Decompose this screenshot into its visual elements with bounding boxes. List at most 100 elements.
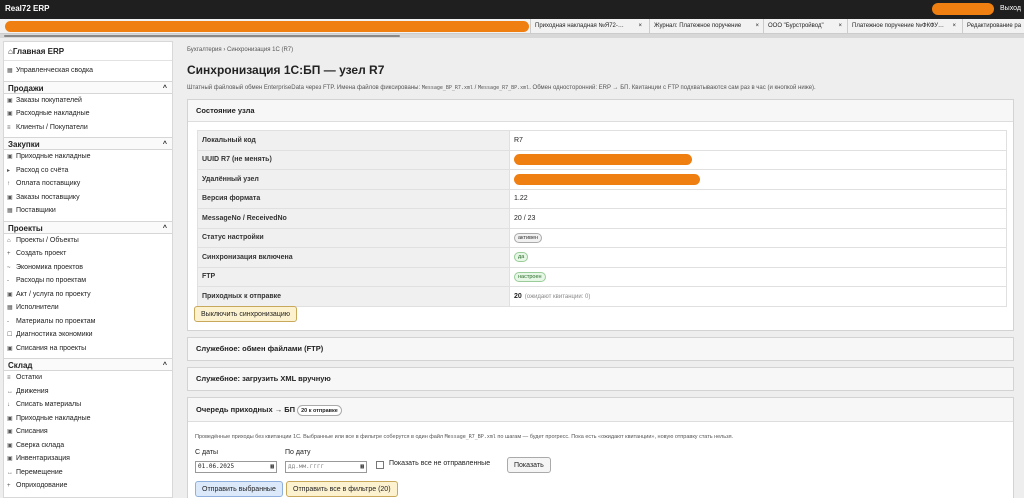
chevron-up-icon[interactable]: ^ bbox=[163, 82, 167, 95]
sidebar-item[interactable]: ↔ Движения bbox=[4, 385, 172, 399]
menu-icon: ▣ bbox=[7, 429, 13, 435]
sidebar-section-header[interactable]: Продажи ^ bbox=[4, 80, 172, 95]
menu-icon: ▦ bbox=[7, 208, 13, 214]
tab-scrollbar[interactable] bbox=[0, 34, 1024, 38]
sidebar-item[interactable]: ▣ Приходные накладные bbox=[4, 150, 172, 164]
disable-sync-button[interactable]: Выключить синхронизацию bbox=[194, 306, 297, 322]
sidebar-section-header[interactable]: Склад ^ bbox=[4, 358, 172, 371]
send-selected-button[interactable]: Отправить выбранные bbox=[195, 481, 283, 497]
sidebar-item[interactable]: ▣ Акт / услуга по проекту bbox=[4, 288, 172, 302]
close-icon[interactable]: × bbox=[638, 19, 642, 33]
date-from-input[interactable]: 01.06.2025 ▦ bbox=[195, 461, 277, 473]
show-button[interactable]: Показать bbox=[507, 457, 551, 473]
sidebar-home[interactable]: ⌂Главная ERP bbox=[4, 42, 172, 61]
sidebar-item[interactable]: + Оприходование bbox=[4, 479, 172, 493]
sidebar-item[interactable]: ▣ Инвентаризация bbox=[4, 452, 172, 466]
logout-link[interactable]: Выход bbox=[1000, 5, 1021, 12]
sidebar-item[interactable]: ▣ Заказы покупателей bbox=[4, 94, 172, 108]
menu-icon: ▸ bbox=[7, 167, 11, 174]
show-all-label[interactable]: Показать все не отправленные bbox=[389, 460, 490, 467]
sidebar-item[interactable]: ▦ Исполнители bbox=[4, 301, 172, 315]
sidebar-item-label: Сверка склада bbox=[16, 441, 65, 449]
sidebar-item-label: Оприходование bbox=[16, 482, 68, 489]
panel-title[interactable]: Служебное: обмен файлами (FTP) bbox=[188, 338, 1013, 360]
sidebar-item[interactable]: ▣ Расходные накладные bbox=[4, 107, 172, 121]
menu-icon: ~ bbox=[7, 264, 11, 271]
sidebar-item-label: Материалы по проектам bbox=[16, 317, 96, 325]
sidebar-item[interactable]: ⌂ Проекты / Объекты bbox=[4, 234, 172, 248]
tab-label: ООО "Бурстройвод" bbox=[768, 23, 824, 29]
app-title[interactable]: Real72 ERP bbox=[5, 4, 49, 13]
panel-title[interactable]: Служебное: загрузить XML вручную bbox=[188, 368, 1013, 390]
sidebar-item[interactable]: ☐ Диагностика экономики bbox=[4, 328, 172, 342]
sidebar-section-header[interactable]: Закупки ^ bbox=[4, 137, 172, 150]
tab-redacted[interactable] bbox=[5, 21, 529, 32]
tab-label: Журнал: Платежное поручение bbox=[654, 23, 742, 29]
chevron-up-icon[interactable]: ^ bbox=[163, 138, 167, 151]
sidebar-item[interactable]: ↑ Оплата поставщику bbox=[4, 177, 172, 191]
tab-payment-order[interactable]: Платежное поручение №ФКФУ… × bbox=[847, 19, 959, 33]
node-status-table: Локальный код R7 UUID R7 (не менять) Удалён… bbox=[197, 130, 1007, 307]
user-menu[interactable] bbox=[932, 3, 994, 15]
chevron-up-icon[interactable]: ^ bbox=[163, 222, 167, 235]
sidebar-item[interactable]: ▣ Сверка склада bbox=[4, 439, 172, 453]
status-note: (ожидают квитанции: 0) bbox=[524, 293, 591, 300]
status-value: 1.22 bbox=[514, 195, 528, 203]
sidebar-item[interactable]: ≡ Остатки bbox=[4, 371, 172, 385]
tab-payment-journal[interactable]: Журнал: Платежное поручение × bbox=[649, 19, 762, 33]
status-badge: настроен bbox=[514, 271, 546, 282]
sidebar-item[interactable]: ▣ Приходные накладные bbox=[4, 412, 172, 426]
menu-icon: ▣ bbox=[7, 442, 13, 449]
sidebar-item[interactable]: ▣ Списания на проекты bbox=[4, 342, 172, 356]
menu-icon: + bbox=[7, 251, 11, 257]
status-key: Приходных к отправке bbox=[197, 286, 510, 307]
file-name-incoming: Message_R7_BP.xml bbox=[478, 85, 530, 91]
date-to-input[interactable]: дд.мм.гггг ▦ bbox=[285, 461, 367, 473]
calendar-icon[interactable]: ▦ bbox=[270, 462, 274, 472]
description-text: Штатный файловый обмен EnterpriseData че… bbox=[187, 85, 422, 91]
sidebar-item[interactable]: - Расходы по проектам bbox=[4, 274, 172, 288]
breadcrumb[interactable]: Бухгалтерия › Синхронизация 1С (R7) bbox=[187, 47, 293, 53]
close-icon[interactable]: × bbox=[838, 19, 842, 33]
sidebar-item[interactable]: ≡ Клиенты / Покупатели bbox=[4, 121, 172, 135]
sidebar-item[interactable]: ▣ Списания bbox=[4, 425, 172, 439]
sidebar-item-label: Диагностика экономики bbox=[16, 331, 93, 338]
sidebar-item-label: Исполнители bbox=[16, 304, 59, 311]
chevron-up-icon[interactable]: ^ bbox=[163, 359, 167, 372]
status-badge: да bbox=[514, 252, 529, 263]
status-value-cell: R7 bbox=[509, 130, 1007, 151]
close-icon[interactable]: × bbox=[952, 19, 956, 33]
close-icon[interactable]: × bbox=[755, 19, 759, 33]
page-title: Синхронизация 1С:БП — узел R7 bbox=[187, 63, 385, 77]
send-all-button[interactable]: Отправить все в фильтре (20) bbox=[286, 481, 398, 497]
sidebar-section-header[interactable]: Проекты ^ bbox=[4, 220, 172, 235]
show-all-checkbox[interactable] bbox=[376, 461, 384, 469]
sidebar-section-title: Закупки bbox=[8, 140, 40, 149]
calendar-icon[interactable]: ▦ bbox=[360, 462, 364, 472]
sidebar-item[interactable]: ↓ Списать материалы bbox=[4, 398, 172, 412]
node-status-panel: Состояние узла Локальный код R7 UUID R7 (н… bbox=[187, 99, 1014, 331]
menu-icon: ▣ bbox=[7, 415, 13, 422]
sidebar-item[interactable]: ▣ Заказы поставщику bbox=[4, 191, 172, 205]
tab-company[interactable]: ООО "Бурстройвод" × bbox=[763, 19, 845, 33]
redacted-value bbox=[514, 173, 700, 185]
xml-upload-panel[interactable]: Служебное: загрузить XML вручную bbox=[187, 367, 1014, 391]
sidebar-item[interactable]: ▦ Поставщики bbox=[4, 204, 172, 218]
sidebar-item[interactable]: ▸ Расход со счёта bbox=[4, 164, 172, 178]
menu-icon: ⌂ bbox=[7, 237, 11, 244]
sidebar-item[interactable]: ↔ Перемещение bbox=[4, 466, 172, 480]
sidebar-item-summary[interactable]: ▦ Управленческая сводка bbox=[4, 64, 172, 78]
sidebar-item[interactable]: + Создать проект bbox=[4, 247, 172, 261]
menu-icon: ▣ bbox=[7, 194, 13, 201]
scrollbar-thumb[interactable] bbox=[4, 35, 400, 37]
sidebar-item[interactable]: - Материалы по проектам bbox=[4, 315, 172, 329]
panel-title: Очередь приходных → БП bbox=[196, 405, 296, 414]
main-content: Бухгалтерия › Синхронизация 1С (R7) Синх… bbox=[180, 41, 1021, 498]
sidebar-item[interactable]: ~ Экономика проектов bbox=[4, 261, 172, 275]
tab-receipt-invoice[interactable]: Приходная накладная №Я72-… × bbox=[530, 19, 645, 33]
queue-count-badge: 20 к отправке bbox=[297, 404, 342, 416]
status-key: Статус настройки bbox=[197, 227, 510, 248]
status-row: UUID R7 (не менять) bbox=[197, 149, 1007, 170]
ftp-panel[interactable]: Служебное: обмен файлами (FTP) bbox=[187, 337, 1014, 361]
tab-edit[interactable]: Редактирование ра bbox=[962, 19, 1024, 33]
